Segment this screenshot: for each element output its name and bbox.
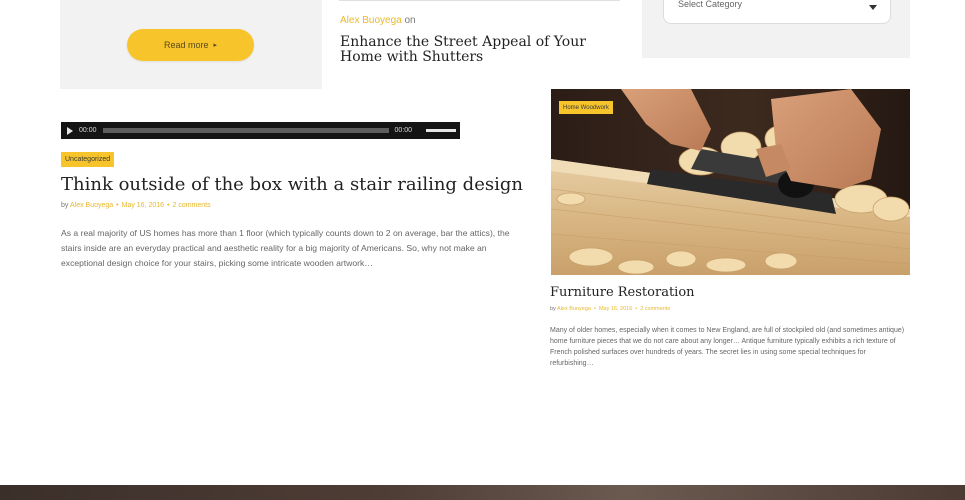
divider [339,0,620,1]
audio-progress-bar[interactable] [102,128,389,133]
meta-separator: • [594,306,596,312]
post-date-link[interactable]: May 16, 2016 [599,306,632,312]
related-post-author[interactable]: Alex Buoyega [340,15,402,26]
post-author-link[interactable]: Alex Buoyega [557,306,591,312]
category-select[interactable]: Select Category [663,0,891,24]
meta-separator: • [116,202,119,209]
audio-current-time: 00:00 [79,127,97,134]
related-post-meta: Alex Buoyega on [340,15,416,26]
post-date-link[interactable]: May 16, 2016 [122,202,164,209]
related-post-title[interactable]: Enhance the Street Appeal of Your Home w… [340,35,625,65]
audio-duration: 00:00 [394,127,413,134]
post-meta-by: by [550,306,556,312]
chevron-right-icon: ▸ [213,42,218,49]
post-title[interactable]: Think outside of the box with a stair ra… [61,174,531,196]
category-badge[interactable]: Home Woodwork [559,101,613,114]
post-title[interactable]: Furniture Restoration [550,285,695,300]
post-comments-link[interactable]: 2 comments [640,306,670,312]
woodworking-photo [551,89,910,275]
category-select-value: Select Category [678,0,743,9]
meta-separator: • [167,202,170,209]
volume-slider[interactable] [426,129,457,132]
play-icon[interactable] [67,126,73,135]
post-excerpt: Many of older homes, especially when it … [550,327,905,367]
post-author-link[interactable]: Alex Buoyega [70,202,113,209]
post-meta-by: by [61,202,69,209]
post-comments-link[interactable]: 2 comments [173,202,211,209]
related-post-on: on [404,15,416,26]
post-meta: by Alex Buoyega • May 16, 2016 • 2 comments [61,202,211,209]
audio-player: 00:00 00:00 [61,122,460,139]
caret-down-icon [869,5,877,10]
read-more-button[interactable]: Read more ▸ [127,29,254,61]
read-more-label: Read more [163,40,209,50]
post-featured-image[interactable] [551,89,910,275]
meta-separator: • [635,306,638,312]
post-excerpt: As a real majority of US homes has more … [61,228,510,268]
category-badge[interactable]: Uncategorized [61,152,115,167]
footer-background [0,485,965,500]
post-meta: by Alex Buoyega • May 16, 2016 • 2 comments [550,306,670,312]
